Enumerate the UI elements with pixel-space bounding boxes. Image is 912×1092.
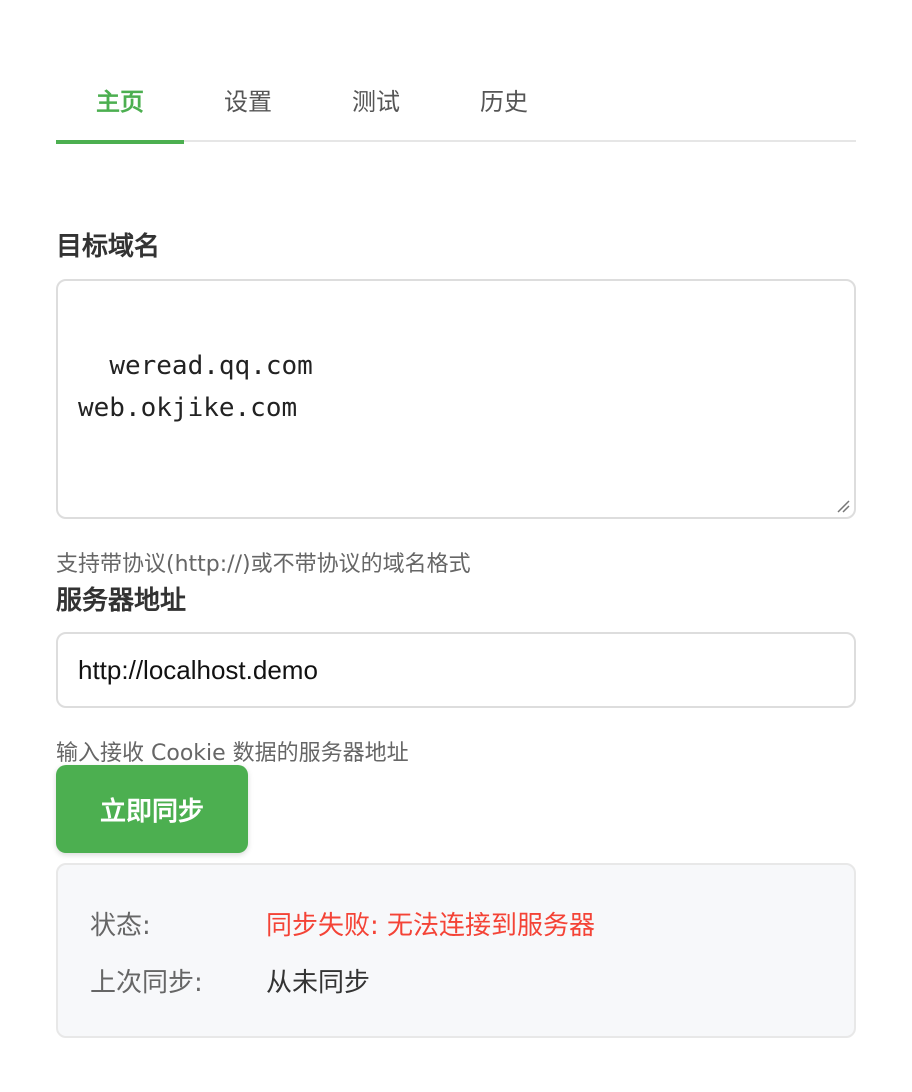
status-key: 状态: [90, 911, 151, 941]
last-sync-row: 上次同步: 从未同步 [90, 962, 370, 999]
status-value: 同步失败: 无法连接到服务器 [266, 911, 596, 941]
tab-bar: 主页 设置 测试 历史 [56, 56, 856, 144]
status-panel: 状态: 同步失败: 无法连接到服务器 上次同步: 从未同步 [56, 863, 856, 1038]
domain-textarea[interactable]: weread.qq.com web.okjike.com [56, 279, 856, 519]
domain-textarea-value: weread.qq.com web.okjike.com [78, 351, 313, 423]
sync-now-button[interactable]: 立即同步 [56, 765, 248, 853]
last-sync-value: 从未同步 [266, 968, 371, 998]
status-row: 状态: 同步失败: 无法连接到服务器 [90, 905, 595, 942]
server-help-text: 输入接收 Cookie 数据的服务器地址 [56, 741, 409, 766]
server-address-input[interactable] [56, 632, 856, 708]
last-sync-key: 上次同步: [90, 968, 203, 998]
tab-history[interactable]: 历史 [440, 56, 568, 142]
server-field-label: 服务器地址 [56, 586, 187, 616]
tab-test[interactable]: 测试 [312, 56, 440, 142]
tab-settings[interactable]: 设置 [184, 56, 312, 142]
resize-grip-icon[interactable] [836, 499, 850, 513]
domain-field-label: 目标域名 [56, 232, 161, 262]
domain-help-text: 支持带协议(http://)或不带协议的域名格式 [56, 552, 471, 577]
tab-home[interactable]: 主页 [56, 56, 184, 144]
